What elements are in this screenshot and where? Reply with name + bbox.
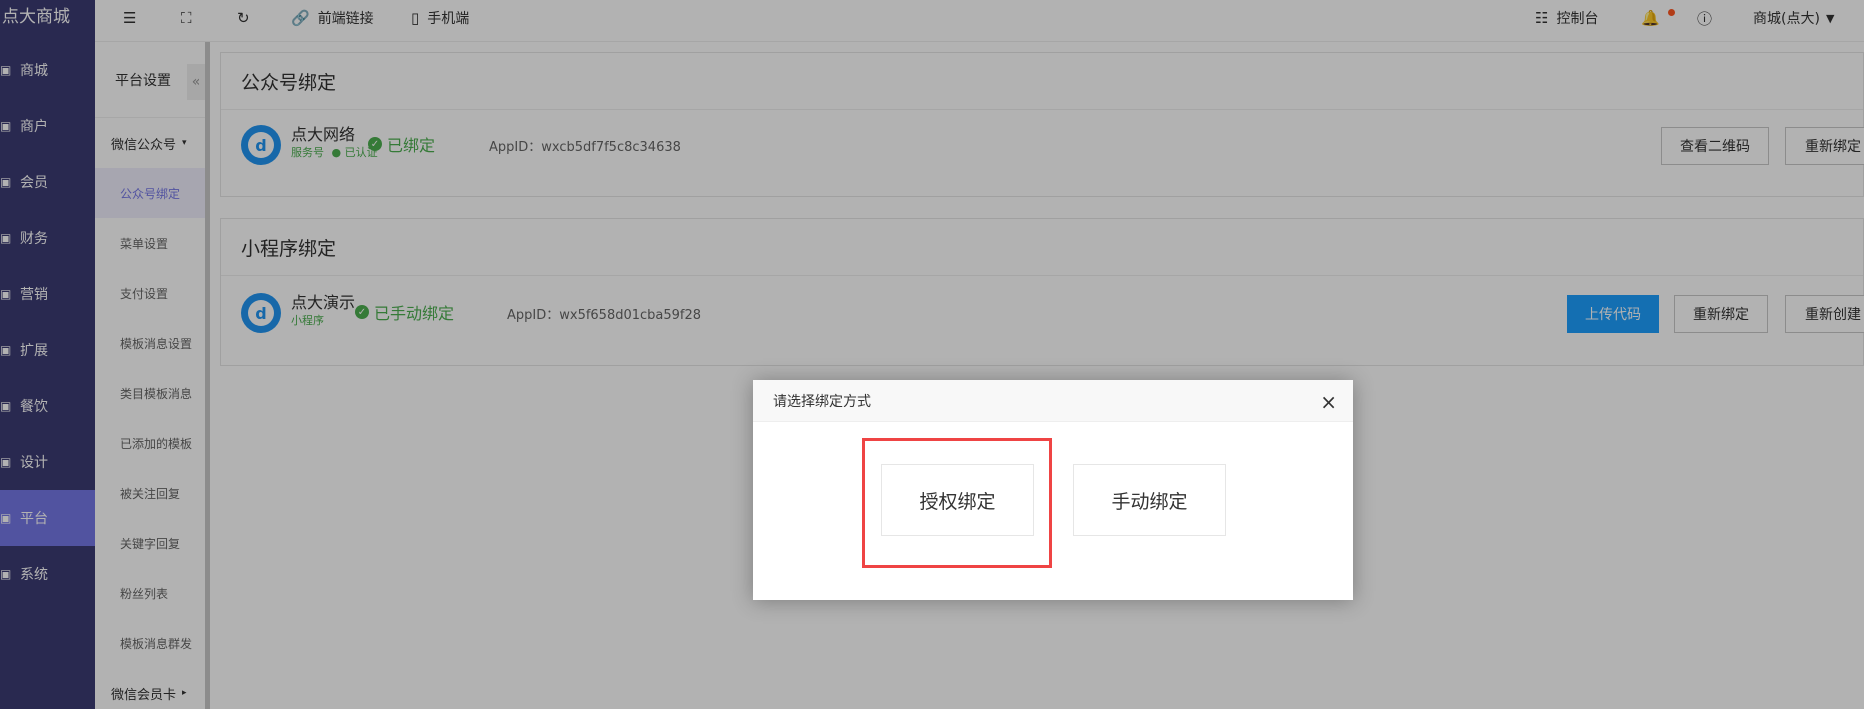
highlight-box — [862, 438, 1052, 568]
close-icon[interactable]: × — [1320, 390, 1337, 414]
dialog-title: 请选择绑定方式 — [753, 380, 1353, 422]
manual-bind-button[interactable]: 手动绑定 — [1073, 464, 1226, 536]
bind-method-dialog: 请选择绑定方式 × 授权绑定 手动绑定 — [753, 380, 1353, 600]
modal-overlay[interactable] — [0, 0, 1864, 709]
